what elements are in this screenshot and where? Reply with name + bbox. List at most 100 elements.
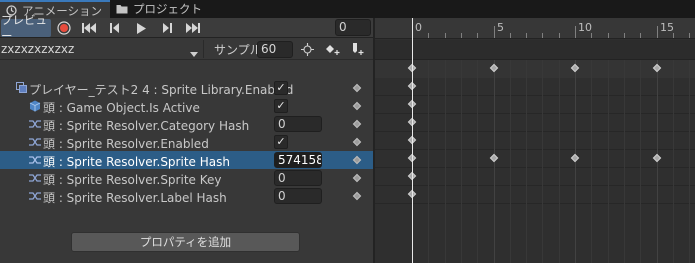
keyframe-diamond-icon[interactable] [352,191,362,201]
playback-toolbar: プレビュー 0 [0,13,373,43]
keyframe-diamond-icon[interactable] [352,173,362,183]
sprite-resolver-icon [29,190,41,202]
property-row-game-object-active[interactable]: 頭 : Game Object.Is Active ✓ [0,97,373,115]
divider [203,40,204,58]
keyframe-track[interactable] [375,96,695,114]
grid-line [445,60,446,263]
playhead[interactable] [412,18,413,263]
keyframe-track[interactable] [375,78,695,96]
clip-dropdown[interactable]: zxzxzxzxzxz [1,40,201,58]
ruler-tick [608,33,609,38]
last-keyframe-icon[interactable] [182,19,204,37]
property-row-category-hash[interactable]: 頭 : Sprite Resolver.Category Hash 0 [0,115,373,133]
play-icon[interactable] [130,19,152,37]
grid-line [428,60,429,263]
property-value-field[interactable]: 0 [274,188,322,204]
next-keyframe-icon[interactable] [156,19,178,37]
grid-line [510,60,511,263]
property-value-field[interactable]: 0 [274,170,322,186]
ruler-tick [575,26,576,38]
ruler-tick [428,33,429,38]
sample-rate-field[interactable]: 60 [257,41,293,58]
add-keyframe-icon[interactable] [322,41,342,58]
property-row-sprite-library-enabled[interactable]: プレイヤー_テスト2 4 : Sprite Library.Enabled ✓ [0,79,373,97]
keyframe-track[interactable] [375,114,695,132]
ruler-tick [542,33,543,38]
previous-keyframe-icon[interactable] [104,19,126,37]
ruler-label: 15 [660,21,674,34]
keyframe-diamond-icon[interactable] [352,137,362,147]
first-keyframe-icon[interactable] [78,19,100,37]
property-row-sprite-hash[interactable]: 頭 : Sprite Resolver.Sprite Hash 5741580 [0,151,373,169]
preview-toggle-button[interactable]: プレビュー [1,13,51,43]
property-label: 頭 : Sprite Resolver.Enabled [43,137,209,151]
keyframe-diamond-icon[interactable] [352,155,362,165]
event-track[interactable] [375,40,695,60]
gameobject-cube-icon [29,100,41,112]
grid-line [477,60,478,263]
property-value-field[interactable]: 0 [274,116,322,132]
ruler-tick [640,33,641,38]
folder-icon [116,4,128,14]
keyframe-track[interactable] [375,168,695,186]
grid-line [591,60,592,263]
add-event-icon[interactable] [347,41,367,58]
summary-track[interactable] [375,60,695,78]
property-label: 頭 : Sprite Resolver.Sprite Key [43,173,222,187]
grid-line [608,60,609,263]
current-frame-field[interactable]: 0 [335,19,371,36]
clip-name: zxzxzxzxzxz [1,42,75,56]
grid-line [640,60,641,263]
ruler-tick [526,33,527,38]
property-label: 頭 : Sprite Resolver.Label Hash [43,191,227,205]
record-button[interactable] [53,19,75,37]
ruler-tick [559,33,560,38]
sprite-resolver-icon [29,154,41,166]
grid-line [526,60,527,263]
keyframe-track[interactable] [375,150,695,168]
clip-settings-row: zxzxzxzxzxz サンプル 60 [0,39,373,60]
property-row-label-hash[interactable]: 頭 : Sprite Resolver.Label Hash 0 [0,187,373,205]
add-property-button[interactable]: プロパティを追加 [71,232,300,252]
sprite-resolver-icon [29,172,41,184]
property-checkbox[interactable]: ✓ [274,99,288,113]
grid-line [461,60,462,263]
property-row-sprite-key[interactable]: 頭 : Sprite Resolver.Sprite Key 0 [0,169,373,187]
tab-project-label: プロジェクト [133,2,203,16]
keyframe-track[interactable] [375,132,695,150]
ruler-tick [657,26,658,38]
sprite-resolver-icon [29,136,41,148]
grid-line [624,60,625,263]
property-checkbox[interactable]: ✓ [274,135,288,149]
keyframe-track[interactable] [375,186,695,204]
animation-properties-pane: プレビュー 0 zxzxzxzxzxz サンプル 60 プレイヤー_テスト2 4… [0,13,373,263]
property-checkbox[interactable]: ✓ [274,81,288,95]
grid-line [689,60,690,263]
sample-rate-label: サンプル [214,43,262,57]
ruler-tick [510,33,511,38]
property-label: 頭 : Sprite Resolver.Sprite Hash [43,155,230,169]
ruler-label: 5 [497,21,504,34]
property-value-field[interactable]: 5741580 [274,152,322,168]
snap-crosshair-icon[interactable] [297,41,317,58]
ruler-tick [477,33,478,38]
sprite-library-icon [16,82,28,94]
grid-line [673,60,674,263]
dopesheet-timeline[interactable]: 0 5 10 15 [375,18,695,263]
ruler-tick [689,33,690,38]
property-row-resolver-enabled[interactable]: 頭 : Sprite Resolver.Enabled ✓ [0,133,373,151]
ruler-label: 0 [415,21,422,34]
property-label: プレイヤー_テスト2 4 : Sprite Library.Enabled [29,83,294,97]
chevron-down-icon [190,46,198,60]
tab-project[interactable]: プロジェクト [110,0,210,18]
ruler-tick [461,33,462,38]
grid-line [542,60,543,263]
ruler-tick [624,33,625,38]
property-label: 頭 : Sprite Resolver.Category Hash [43,119,250,133]
keyframe-diamond-icon[interactable] [352,119,362,129]
ruler-tick [494,26,495,38]
time-ruler[interactable]: 0 5 10 15 [375,18,695,39]
keyframe-diamond-icon[interactable] [352,83,362,93]
ruler-tick [445,33,446,38]
keyframe-diamond-icon[interactable] [352,101,362,111]
